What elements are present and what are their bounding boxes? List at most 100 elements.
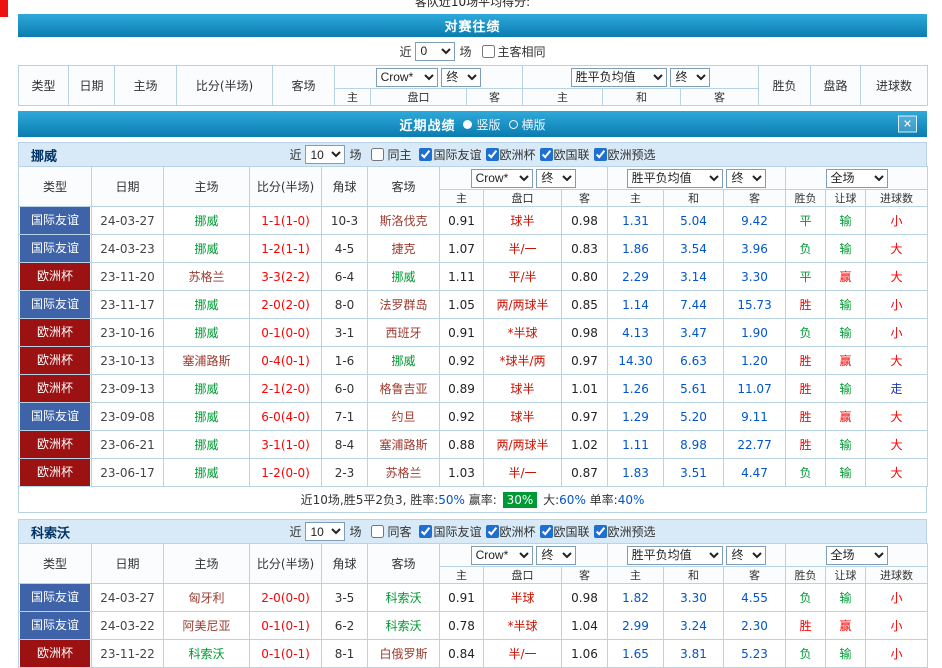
- h2h-same-checkbox[interactable]: [482, 45, 495, 58]
- competition-filter[interactable]: 欧洲杯: [482, 146, 536, 163]
- col-corner: 角球: [322, 167, 368, 207]
- goals-flag: 大: [866, 263, 928, 291]
- competition-filter[interactable]: 欧洲预选: [590, 523, 656, 540]
- crow-home-odds: 0.89: [440, 375, 484, 403]
- result-flag: 负: [786, 584, 826, 612]
- games-label: 场: [459, 43, 471, 60]
- odds-time-select[interactable]: 终: [536, 169, 576, 188]
- h2h-avg-time-select[interactable]: 终: [670, 68, 710, 87]
- same-venue-checkbox[interactable]: [371, 525, 384, 538]
- handicap-result-flag: 输: [826, 459, 866, 487]
- summary-segment: 近10场,胜5平2负3, 胜率:: [301, 491, 439, 508]
- norway-near-select[interactable]: 10: [305, 145, 345, 164]
- avg-odds-select[interactable]: 胜平负均值: [627, 169, 723, 188]
- avg-draw-odds: 3.81: [664, 640, 724, 668]
- match-score: 1-2(1-1): [250, 235, 322, 263]
- match-date: 24-03-27: [92, 584, 164, 612]
- competition-checkbox[interactable]: [594, 148, 607, 161]
- goals-flag: 走: [866, 375, 928, 403]
- handicap-line: 半/一: [484, 640, 562, 668]
- match-date: 23-10-16: [92, 319, 164, 347]
- vertical-layout-radio[interactable]: [463, 120, 472, 129]
- scope-select[interactable]: 全场: [826, 546, 888, 565]
- scope-select-group: 全场: [786, 544, 928, 567]
- competition-checkbox[interactable]: [486, 148, 499, 161]
- competition-checkbox[interactable]: [540, 148, 553, 161]
- h2h-odds-time-select[interactable]: 终: [441, 68, 481, 87]
- crow-select-group: Crow* 终: [440, 167, 608, 190]
- h2h-same-filter[interactable]: 主客相同: [476, 43, 546, 60]
- scope-select[interactable]: 全场: [826, 169, 888, 188]
- corner-count: 2-3: [322, 459, 368, 487]
- close-icon[interactable]: ✕: [898, 116, 917, 133]
- goals-flag: 小: [866, 584, 928, 612]
- competition-filter[interactable]: 欧洲杯: [482, 523, 536, 540]
- h2h-odds-source-select[interactable]: Crow*: [376, 68, 438, 87]
- result-flag: 负: [786, 640, 826, 668]
- col-away: 客场: [368, 167, 440, 207]
- match-row: 欧洲杯23-10-13塞浦路斯0-4(0-1)1-6挪威0.92*球半/两0.9…: [19, 347, 928, 375]
- competition-checkbox[interactable]: [594, 525, 607, 538]
- avg-time-select[interactable]: 终: [726, 546, 766, 565]
- home-team: 挪威: [164, 207, 250, 235]
- avg-home-odds: 1.82: [608, 584, 664, 612]
- match-date: 23-06-17: [92, 459, 164, 487]
- handicap-line: 平/半: [484, 263, 562, 291]
- home-team: 科索沃: [164, 640, 250, 668]
- corner-count: 8-0: [322, 291, 368, 319]
- odds-time-select[interactable]: 终: [536, 546, 576, 565]
- handicap-line: 球半: [484, 375, 562, 403]
- col-type: 类型: [19, 167, 92, 207]
- col-avg-home: 主: [523, 89, 603, 106]
- same-venue-label: 同客: [387, 523, 411, 540]
- odds-source-select[interactable]: Crow*: [471, 546, 533, 565]
- same-venue-checkbox[interactable]: [371, 148, 384, 161]
- competition-filter[interactable]: 国际友谊: [415, 523, 481, 540]
- section-header-row: 挪威 近 10 场 同主 国际友谊欧洲杯欧国联欧洲预选: [18, 142, 927, 166]
- top-partial-text: 客队近10场平均得分:: [18, 0, 927, 8]
- h2h-avg-odds-select[interactable]: 胜平负均值: [571, 68, 667, 87]
- competition-filter[interactable]: 国际友谊: [415, 146, 481, 163]
- competition-type-cell: 欧洲杯: [19, 319, 92, 347]
- crow-home-odds: 0.92: [440, 347, 484, 375]
- avg-time-select[interactable]: 终: [726, 169, 766, 188]
- competition-checkbox[interactable]: [419, 148, 432, 161]
- competition-filter[interactable]: 欧洲预选: [590, 146, 656, 163]
- same-venue-filter[interactable]: 同客: [365, 523, 411, 540]
- handicap-line: 半球: [484, 584, 562, 612]
- avg-draw-odds: 8.98: [664, 431, 724, 459]
- away-team: 挪威: [368, 347, 440, 375]
- horizontal-layout-radio[interactable]: [509, 120, 518, 129]
- col-type: 类型: [19, 544, 92, 584]
- col-let-ball: 让球: [826, 567, 866, 584]
- h2h-near-select[interactable]: 0: [415, 42, 455, 61]
- match-date: 23-11-17: [92, 291, 164, 319]
- avg-home-odds: 1.31: [608, 207, 664, 235]
- competition-checkbox[interactable]: [419, 525, 432, 538]
- near-label: 近: [399, 43, 411, 60]
- goals-flag: 大: [866, 459, 928, 487]
- competition-checkbox[interactable]: [486, 525, 499, 538]
- away-team: 斯洛伐克: [368, 207, 440, 235]
- match-score: 2-0(0-0): [250, 584, 322, 612]
- competition-checkbox[interactable]: [540, 525, 553, 538]
- result-flag: 负: [786, 459, 826, 487]
- goals-flag: 小: [866, 207, 928, 235]
- avg-odds-select[interactable]: 胜平负均值: [627, 546, 723, 565]
- match-row: 国际友谊24-03-22阿美尼亚0-1(0-1)6-2科索沃0.78*半球1.0…: [19, 612, 928, 640]
- col-goals: 进球数: [866, 567, 928, 584]
- avg-home-odds: 4.13: [608, 319, 664, 347]
- same-venue-filter[interactable]: 同主: [365, 146, 411, 163]
- competition-filter[interactable]: 欧国联: [536, 146, 590, 163]
- competition-badge: 国际友谊: [20, 235, 90, 262]
- match-row: 国际友谊24-03-27匈牙利2-0(0-0)3-5科索沃0.91半球0.981…: [19, 584, 928, 612]
- competition-filter[interactable]: 欧国联: [536, 523, 590, 540]
- handicap-line: 球半: [484, 403, 562, 431]
- kosovo-near-select[interactable]: 10: [305, 522, 345, 541]
- handicap-line: 球半: [484, 207, 562, 235]
- corner-count: 6-2: [322, 612, 368, 640]
- competition-label: 欧洲杯: [500, 146, 536, 163]
- odds-source-select[interactable]: Crow*: [471, 169, 533, 188]
- avg-home-odds: 14.30: [608, 347, 664, 375]
- col-home: 主场: [164, 544, 250, 584]
